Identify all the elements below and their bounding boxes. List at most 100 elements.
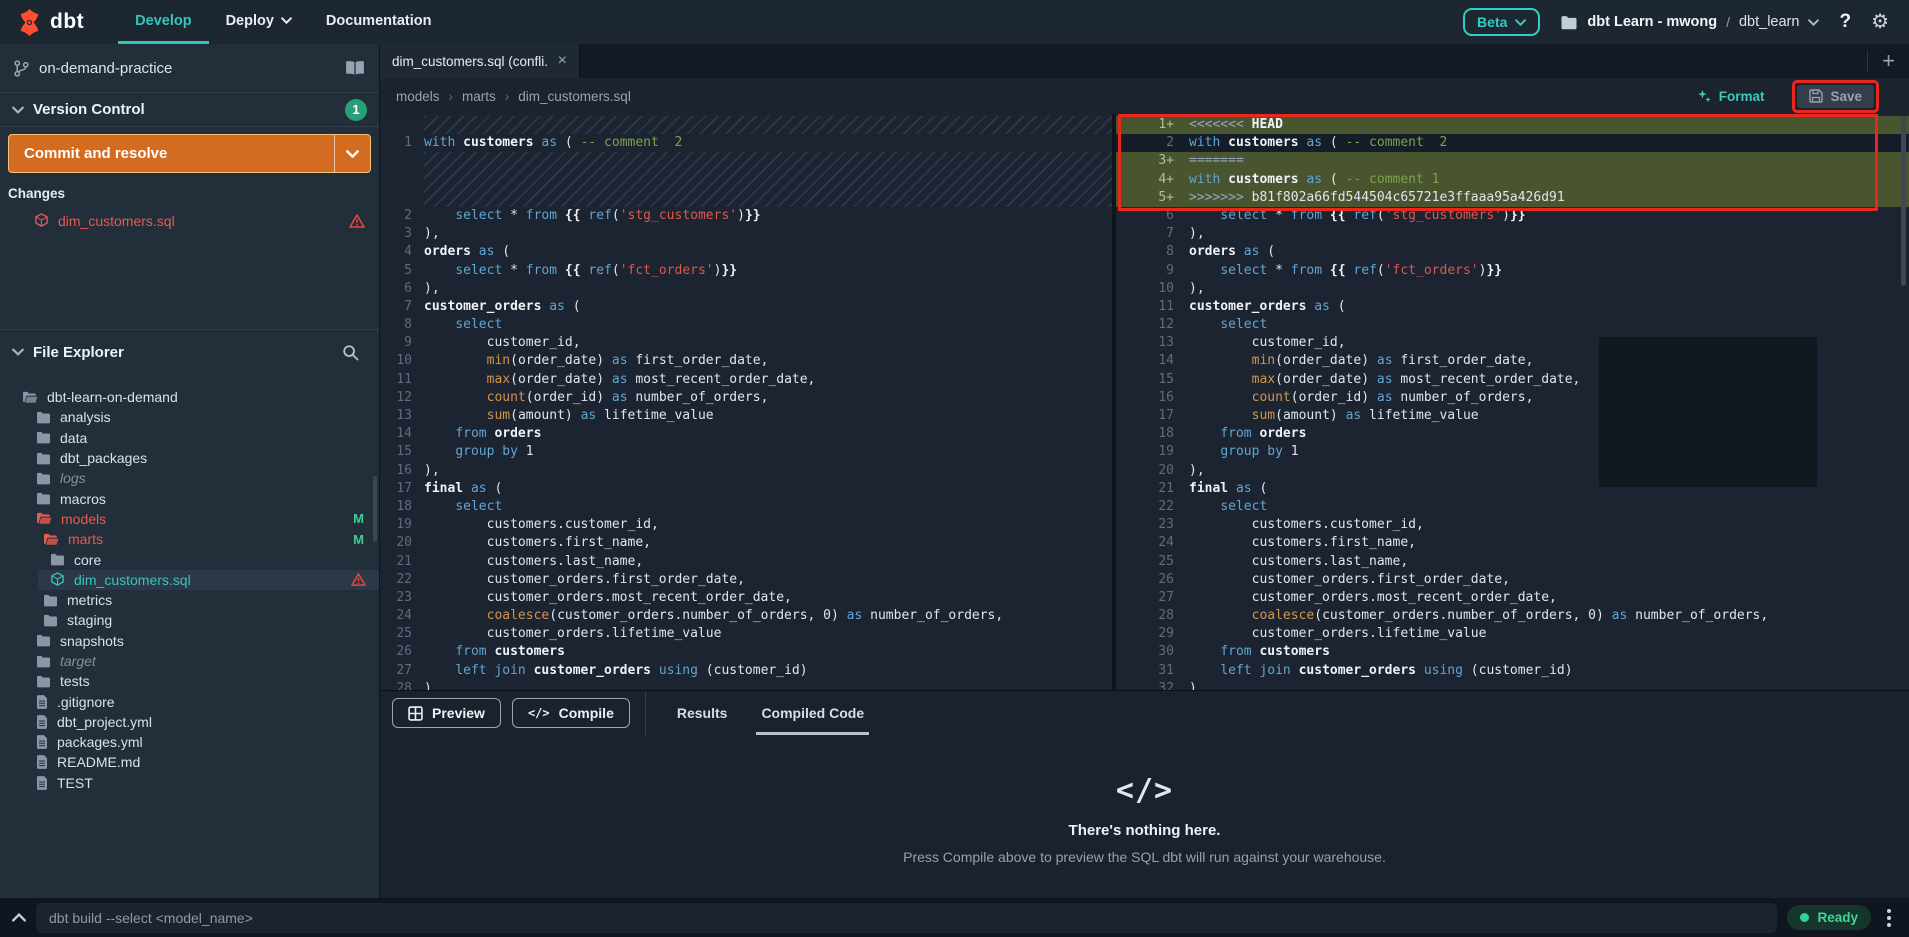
nav-item-deploy[interactable]: Deploy (209, 0, 309, 44)
tab-compiled-code[interactable]: Compiled Code (744, 691, 881, 735)
sidebar-scrollbar[interactable] (373, 476, 377, 542)
file-icon (36, 715, 48, 729)
nav-item-documentation[interactable]: Documentation (309, 0, 449, 44)
warning-icon (349, 214, 365, 228)
line-number: 31 (1116, 662, 1174, 680)
nav-menu: Develop Deploy Documentation (118, 0, 448, 44)
tree-item-packages-yml[interactable]: packages.yml (0, 732, 379, 752)
folder-icon (36, 492, 51, 505)
breadcrumb: models › marts › dim_customers.sql (396, 89, 631, 104)
tree-item-readme-md[interactable]: README.md (0, 752, 379, 772)
line-number: 17 (1116, 407, 1174, 425)
file-icon (36, 695, 48, 709)
save-button[interactable]: Save (1797, 85, 1874, 108)
branch-name: on-demand-practice (39, 60, 172, 77)
model-icon (50, 572, 65, 587)
version-control-header[interactable]: Version Control 1 (0, 93, 379, 127)
command-input[interactable] (36, 903, 1777, 933)
tree-item-tests[interactable]: tests (0, 671, 379, 691)
empty-state-title: There's nothing here. (1069, 822, 1221, 839)
tree-item--gitignore[interactable]: .gitignore (0, 691, 379, 711)
dbt-logo[interactable]: dbt (0, 0, 84, 44)
tree-item-dbt-learn-on-demand[interactable]: dbt-learn-on-demand (0, 387, 379, 407)
diff-filler-hatch (424, 116, 1112, 134)
line-number: 21 (1116, 480, 1174, 498)
commit-and-resolve-button[interactable]: Commit and resolve (8, 134, 371, 173)
code-line: 26 from customers (380, 643, 1112, 661)
changed-file-row[interactable]: dim_customers.sql (0, 207, 379, 234)
tree-item-logs[interactable]: logs (0, 468, 379, 488)
gear-icon[interactable]: ⚙ (1871, 12, 1889, 32)
git-branch-icon (14, 60, 29, 77)
code-line: 17 sum(amount) as lifetime_value (1116, 407, 1909, 425)
line-number: 2 (380, 207, 412, 225)
editor-pane-right[interactable]: 1+<<<<<<< HEAD2with customers as ( -- co… (1116, 114, 1909, 690)
file-explorer-section: File Explorer dbt-learn-on-demandanalysi… (0, 329, 379, 793)
code-line: 1with customers as ( -- comment 2 (380, 134, 1112, 152)
tree-item-metrics[interactable]: metrics (0, 590, 379, 610)
editor-toolbar: models › marts › dim_customers.sql Forma… (380, 78, 1909, 114)
line-number: 10 (380, 352, 412, 370)
tree-item-macros[interactable]: macros (0, 488, 379, 508)
preview-button[interactable]: Preview (392, 698, 501, 728)
code-line: 21final as ( (1116, 480, 1909, 498)
format-button[interactable]: Format (1697, 89, 1765, 104)
tree-item-target[interactable]: target (0, 651, 379, 671)
code-line: 24 coalesce(customer_orders.number_of_or… (380, 607, 1112, 625)
line-number: 19 (1116, 443, 1174, 461)
code-line: 15 group by 1 (380, 443, 1112, 461)
search-icon[interactable] (342, 344, 359, 361)
beta-selector[interactable]: Beta (1463, 8, 1540, 36)
line-number: 12 (380, 389, 412, 407)
project-name: dbt_learn (1739, 14, 1799, 30)
new-tab-button[interactable]: + (1867, 50, 1909, 72)
account-project-selector[interactable]: dbt Learn - mwong / dbt_learn (1560, 14, 1819, 30)
editor-pane-left[interactable]: 1with customers as ( -- comment 22 selec… (380, 114, 1112, 690)
tree-item-core[interactable]: core (0, 549, 379, 569)
compile-button[interactable]: </> Compile (512, 698, 630, 728)
folder-icon (36, 472, 51, 485)
tree-item-dbt-project-yml[interactable]: dbt_project.yml (0, 712, 379, 732)
tree-item-analysis[interactable]: analysis (0, 407, 379, 427)
code-line: 21 customers.last_name, (380, 553, 1112, 571)
tab-dim-customers[interactable]: dim_customers.sql (confli... × (380, 44, 580, 78)
tree-item-dbt-packages[interactable]: dbt_packages (0, 448, 379, 468)
commit-options-chevron[interactable] (334, 135, 370, 172)
tree-item-label: marts (68, 531, 103, 547)
line-number: 4+ (1116, 171, 1174, 189)
docs-book-icon[interactable] (345, 60, 365, 76)
tab-results[interactable]: Results (660, 691, 745, 735)
tree-item-staging[interactable]: staging (0, 610, 379, 630)
code-line: 6 select * from {{ ref('stg_customers')}… (1116, 207, 1909, 225)
chevron-down-icon (12, 106, 24, 114)
kebab-menu-icon[interactable] (1881, 909, 1897, 927)
tree-item-marts[interactable]: martsM (0, 529, 379, 549)
line-number: 7 (380, 298, 412, 316)
line-number: 5+ (1116, 189, 1174, 207)
tree-item-dim-customers-sql[interactable]: dim_customers.sql (0, 570, 379, 590)
close-icon[interactable]: × (558, 52, 567, 70)
line-number: 19 (380, 516, 412, 534)
file-explorer-header[interactable]: File Explorer (0, 330, 379, 374)
chevron-down-icon (1808, 19, 1819, 26)
code-line: 8 select (380, 316, 1112, 334)
folder-icon (1560, 15, 1578, 30)
editor-scrollbar[interactable] (1901, 116, 1906, 286)
tree-item-test[interactable]: TEST (0, 773, 379, 793)
tree-item-models[interactable]: modelsM (0, 509, 379, 529)
line-number: 3 (380, 225, 412, 243)
chevron-up-icon[interactable] (12, 913, 26, 922)
nav-right: Beta dbt Learn - mwong / dbt_learn ? ⚙ (1463, 0, 1909, 44)
code-line: 19 group by 1 (1116, 443, 1909, 461)
tree-item-snapshots[interactable]: snapshots (0, 631, 379, 651)
nav-item-develop[interactable]: Develop (118, 0, 208, 44)
tree-item-label: models (61, 511, 106, 527)
tree-item-label: macros (60, 491, 106, 507)
line-number: 20 (380, 534, 412, 552)
help-icon[interactable]: ? (1839, 11, 1851, 33)
file-icon (36, 735, 48, 749)
tree-item-data[interactable]: data (0, 428, 379, 448)
code-line: 10 min(order_date) as first_order_date, (380, 352, 1112, 370)
code-line: 27 left join customer_orders using (cust… (380, 662, 1112, 680)
code-line: 25 customers.last_name, (1116, 553, 1909, 571)
